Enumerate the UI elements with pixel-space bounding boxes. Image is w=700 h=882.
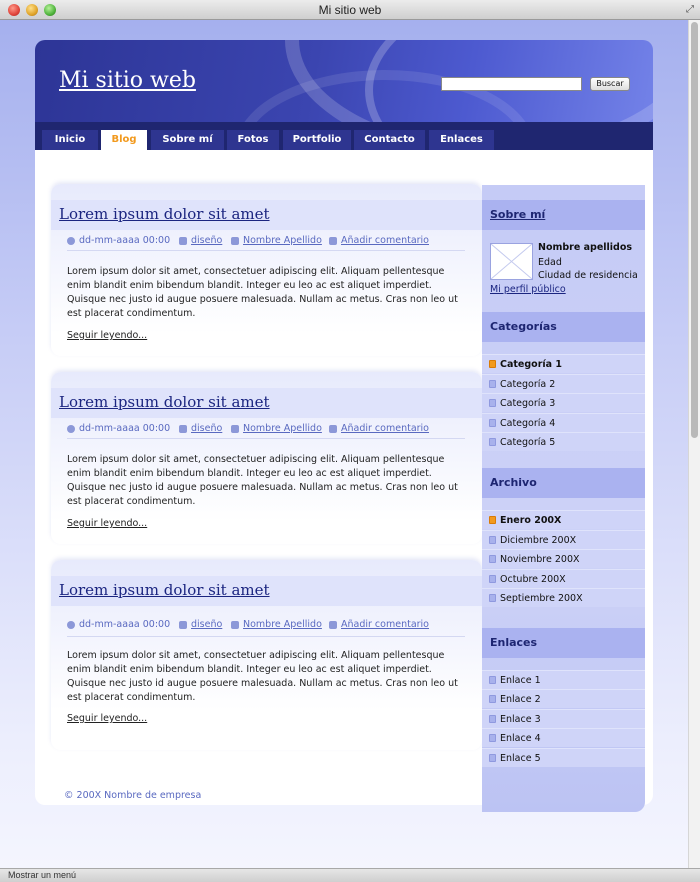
profile-city: Ciudad de residencia	[538, 270, 638, 281]
user-icon	[231, 425, 239, 433]
profile-name: Nombre apellidos	[538, 242, 633, 253]
folder-icon	[179, 425, 187, 433]
read-more-link[interactable]: Seguir leyendo...	[67, 713, 147, 724]
post-author-link[interactable]: Nombre Apellido	[243, 235, 322, 246]
image-placeholder-icon	[490, 243, 533, 280]
tab-portfolio[interactable]: Portfolio	[283, 130, 351, 150]
avatar	[490, 243, 533, 280]
status-bar: Mostrar un menú	[0, 868, 700, 882]
read-more-link[interactable]: Seguir leyendo...	[67, 330, 147, 341]
blog-post: Lorem ipsum dolor sit amet dd-mm-aaaa 00…	[51, 372, 482, 544]
search-input[interactable]	[441, 77, 582, 91]
post-date: dd-mm-aaaa 00:00	[79, 235, 171, 246]
read-more-link[interactable]: Seguir leyendo...	[67, 518, 147, 529]
search-button[interactable]: Buscar	[590, 77, 630, 91]
sidebar-item-link[interactable]: Enlace 4	[482, 728, 645, 747]
main-nav: Inicio Blog Sobre mí Fotos Portfolio Con…	[35, 122, 653, 150]
tab-fotos[interactable]: Fotos	[227, 130, 279, 150]
site-header: Mi sitio web Buscar	[35, 40, 653, 122]
comment-icon	[329, 425, 337, 433]
post-date: dd-mm-aaaa 00:00	[79, 619, 171, 630]
folder-icon	[179, 621, 187, 629]
sidebar-heading-categories: Categorías	[482, 312, 645, 342]
tab-contacto[interactable]: Contacto	[354, 130, 425, 150]
profile-age: Edad	[538, 257, 562, 268]
bullet-icon	[489, 695, 496, 703]
clock-icon	[67, 425, 75, 433]
tab-enlaces[interactable]: Enlaces	[429, 130, 494, 150]
post-date: dd-mm-aaaa 00:00	[79, 423, 171, 434]
meta-divider	[67, 636, 465, 637]
bullet-icon	[489, 734, 496, 742]
bullet-icon	[489, 594, 496, 602]
tab-blog[interactable]: Blog	[101, 130, 147, 150]
add-comment-link[interactable]: Añadir comentario	[341, 235, 429, 246]
post-author-link[interactable]: Nombre Apellido	[243, 423, 322, 434]
comment-icon	[329, 237, 337, 245]
sidebar-item-link[interactable]: Enlace 3	[482, 709, 645, 728]
footer-copyright: © 200X Nombre de empresa	[64, 790, 202, 801]
sidebar-heading-archive: Archivo	[482, 468, 645, 498]
tab-inicio[interactable]: Inicio	[42, 130, 98, 150]
sidebar-item-link[interactable]: Enlace 1	[482, 670, 645, 689]
sidebar-item-category[interactable]: Categoría 1	[482, 354, 645, 373]
post-title-link[interactable]: Lorem ipsum dolor sit amet	[59, 205, 270, 223]
window-title: Mi sitio web	[318, 3, 382, 17]
bullet-icon	[489, 419, 496, 427]
bullet-icon	[489, 380, 496, 388]
post-title-link[interactable]: Lorem ipsum dolor sit amet	[59, 581, 270, 599]
sidebar-item-category[interactable]: Categoría 4	[482, 413, 645, 432]
user-icon	[231, 621, 239, 629]
tab-sobre-mi[interactable]: Sobre mí	[151, 130, 224, 150]
add-comment-link[interactable]: Añadir comentario	[341, 423, 429, 434]
post-title-link[interactable]: Lorem ipsum dolor sit amet	[59, 393, 270, 411]
sidebar-item-category[interactable]: Categoría 5	[482, 432, 645, 451]
bullet-icon	[489, 516, 496, 524]
sidebar-item-archive[interactable]: Noviembre 200X	[482, 549, 645, 568]
bullet-icon	[489, 360, 496, 368]
sidebar-item-link[interactable]: Enlace 2	[482, 689, 645, 708]
bullet-icon	[489, 555, 496, 563]
public-profile-link[interactable]: Mi perfil público	[490, 284, 566, 295]
comment-icon	[329, 621, 337, 629]
sidebar-item-category[interactable]: Categoría 2	[482, 374, 645, 393]
folder-icon	[179, 237, 187, 245]
site-title-link[interactable]: Mi sitio web	[59, 68, 196, 93]
post-body: Lorem ipsum dolor sit amet, consectetuer…	[67, 266, 458, 319]
post-body: Lorem ipsum dolor sit amet, consectetuer…	[67, 650, 458, 703]
bullet-icon	[489, 536, 496, 544]
post-category-link[interactable]: diseño	[191, 423, 222, 434]
sidebar-item-link[interactable]: Enlace 5	[482, 748, 645, 767]
bullet-icon	[489, 754, 496, 762]
sidebar-item-category[interactable]: Categoría 3	[482, 393, 645, 412]
sidebar-item-archive[interactable]: Enero 200X	[482, 510, 645, 529]
meta-divider	[67, 250, 465, 251]
window-titlebar: Mi sitio web ⤢	[0, 0, 700, 20]
post-category-link[interactable]: diseño	[191, 619, 222, 630]
clock-icon	[67, 237, 75, 245]
sidebar-item-archive[interactable]: Diciembre 200X	[482, 530, 645, 549]
sidebar-heading-links: Enlaces	[482, 628, 645, 658]
vertical-scrollbar[interactable]	[688, 20, 700, 868]
post-body: Lorem ipsum dolor sit amet, consectetuer…	[67, 454, 458, 507]
bullet-icon	[489, 438, 496, 446]
add-comment-link[interactable]: Añadir comentario	[341, 619, 429, 630]
blog-post: Lorem ipsum dolor sit amet dd-mm-aaaa 00…	[51, 560, 482, 750]
sidebar-heading-about[interactable]: Sobre mí	[482, 200, 645, 230]
bullet-icon	[489, 575, 496, 583]
fullscreen-icon[interactable]: ⤢	[686, 4, 694, 15]
bullet-icon	[489, 399, 496, 407]
scrollbar-thumb[interactable]	[691, 22, 698, 438]
post-author-link[interactable]: Nombre Apellido	[243, 619, 322, 630]
post-category-link[interactable]: diseño	[191, 235, 222, 246]
user-icon	[231, 237, 239, 245]
blog-post: Lorem ipsum dolor sit amet dd-mm-aaaa 00…	[51, 184, 482, 356]
meta-divider	[67, 438, 465, 439]
bullet-icon	[489, 715, 496, 723]
bullet-icon	[489, 676, 496, 684]
clock-icon	[67, 621, 75, 629]
sidebar-item-archive[interactable]: Octubre 200X	[482, 569, 645, 588]
sidebar-item-archive[interactable]: Septiembre 200X	[482, 588, 645, 607]
